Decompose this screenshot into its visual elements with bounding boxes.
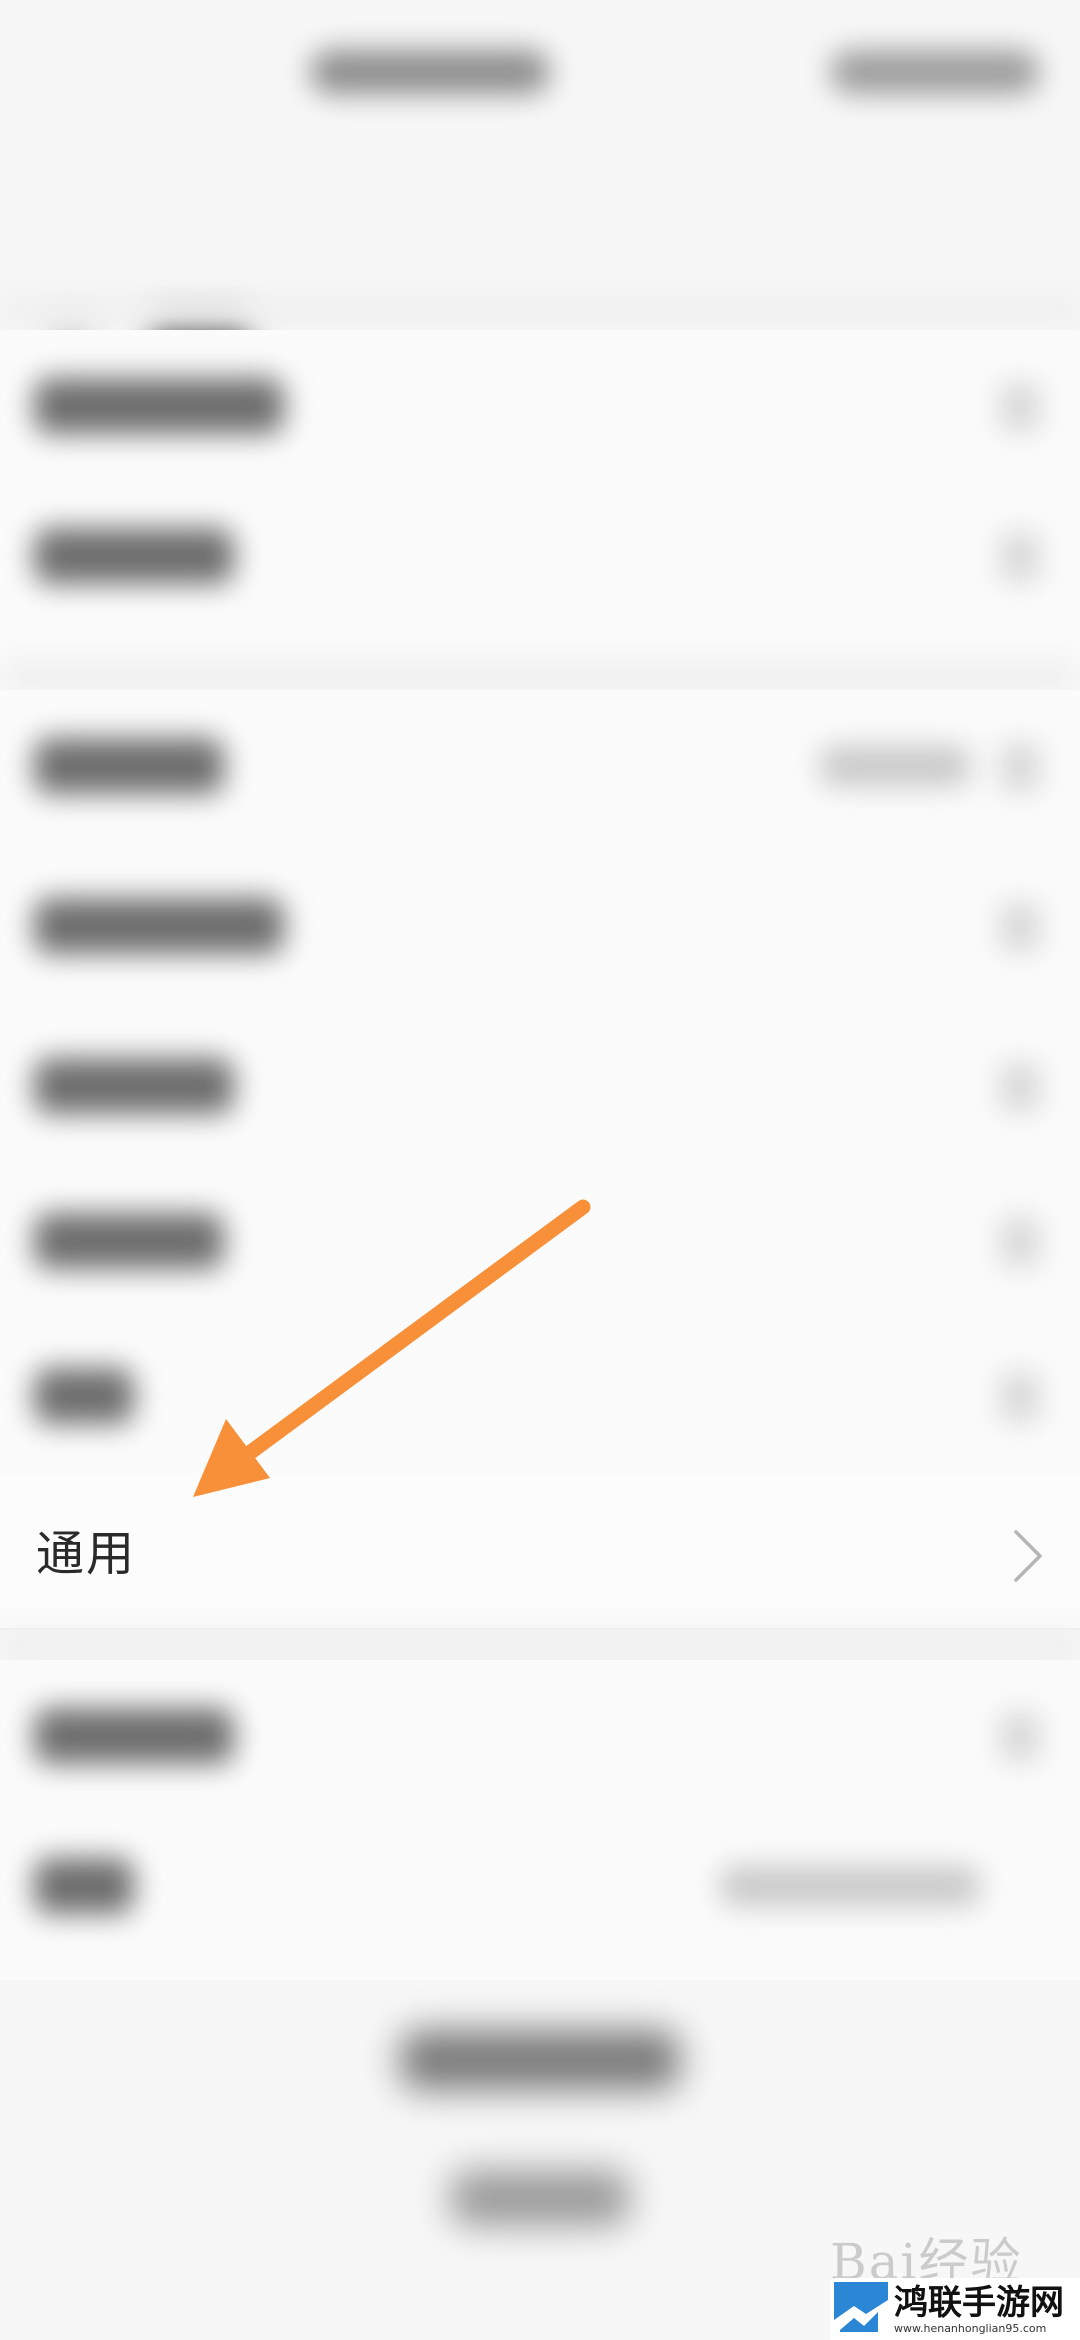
row-value-blurred [720, 1866, 980, 1906]
chevron-right-icon [1000, 382, 1040, 432]
settings-row-blurred-5[interactable] [0, 1010, 1080, 1160]
nav-bar [0, 140, 1080, 376]
chevron-right-icon [1000, 742, 1040, 792]
chevron-right-icon [1000, 1217, 1040, 1267]
settings-row-blurred-1[interactable] [0, 330, 1080, 480]
row-label-blurred [34, 898, 284, 954]
status-bar [0, 0, 1080, 140]
chevron-right-icon [1000, 1712, 1040, 1762]
settings-row-blurred-8[interactable] [0, 1660, 1080, 1810]
row-label-blurred [34, 738, 224, 794]
row-label-blurred [34, 378, 284, 434]
section-separator [0, 1628, 1080, 1664]
status-icons-blurred [830, 50, 1040, 94]
site-name: 鸿联手游网 [894, 2283, 1064, 2323]
general-label: 通用 [36, 1526, 137, 1582]
status-time-blurred [310, 50, 550, 94]
section-separator [0, 292, 1080, 328]
row-value-blurred [820, 746, 970, 786]
bottom-action-blurred-2[interactable] [450, 2170, 630, 2226]
row-label-blurred [34, 528, 234, 584]
settings-row-blurred-9[interactable] [0, 1810, 1080, 1960]
chevron-right-icon [1014, 1530, 1042, 1582]
chevron-right-icon [1000, 532, 1040, 582]
bottom-action-blurred-1[interactable] [400, 2030, 680, 2090]
chevron-right-icon [1000, 1062, 1040, 1112]
settings-row-blurred-2[interactable] [0, 480, 1080, 630]
site-logo-icon [834, 2282, 888, 2336]
settings-row-blurred-3[interactable] [0, 690, 1080, 840]
row-label-blurred [34, 1858, 134, 1914]
row-label-blurred [34, 1368, 134, 1424]
chevron-right-icon [1000, 902, 1040, 952]
chevron-right-icon [1000, 1372, 1040, 1422]
settings-row-blurred-7[interactable] [0, 1320, 1080, 1470]
site-badge: 鸿联手游网 www.henanhonglian95.com [830, 2278, 1080, 2340]
settings-row-blurred-4[interactable] [0, 850, 1080, 1000]
settings-list-2 [0, 690, 1080, 1480]
row-label-blurred [34, 1213, 224, 1269]
site-url: www.henanhonglian95.com [894, 2322, 1047, 2335]
settings-row-blurred-6[interactable] [0, 1165, 1080, 1315]
settings-row-general[interactable]: 通用 [0, 1478, 1080, 1630]
settings-list-3 [0, 1660, 1080, 1980]
row-label-blurred [34, 1708, 234, 1764]
row-label-blurred [34, 1058, 234, 1114]
